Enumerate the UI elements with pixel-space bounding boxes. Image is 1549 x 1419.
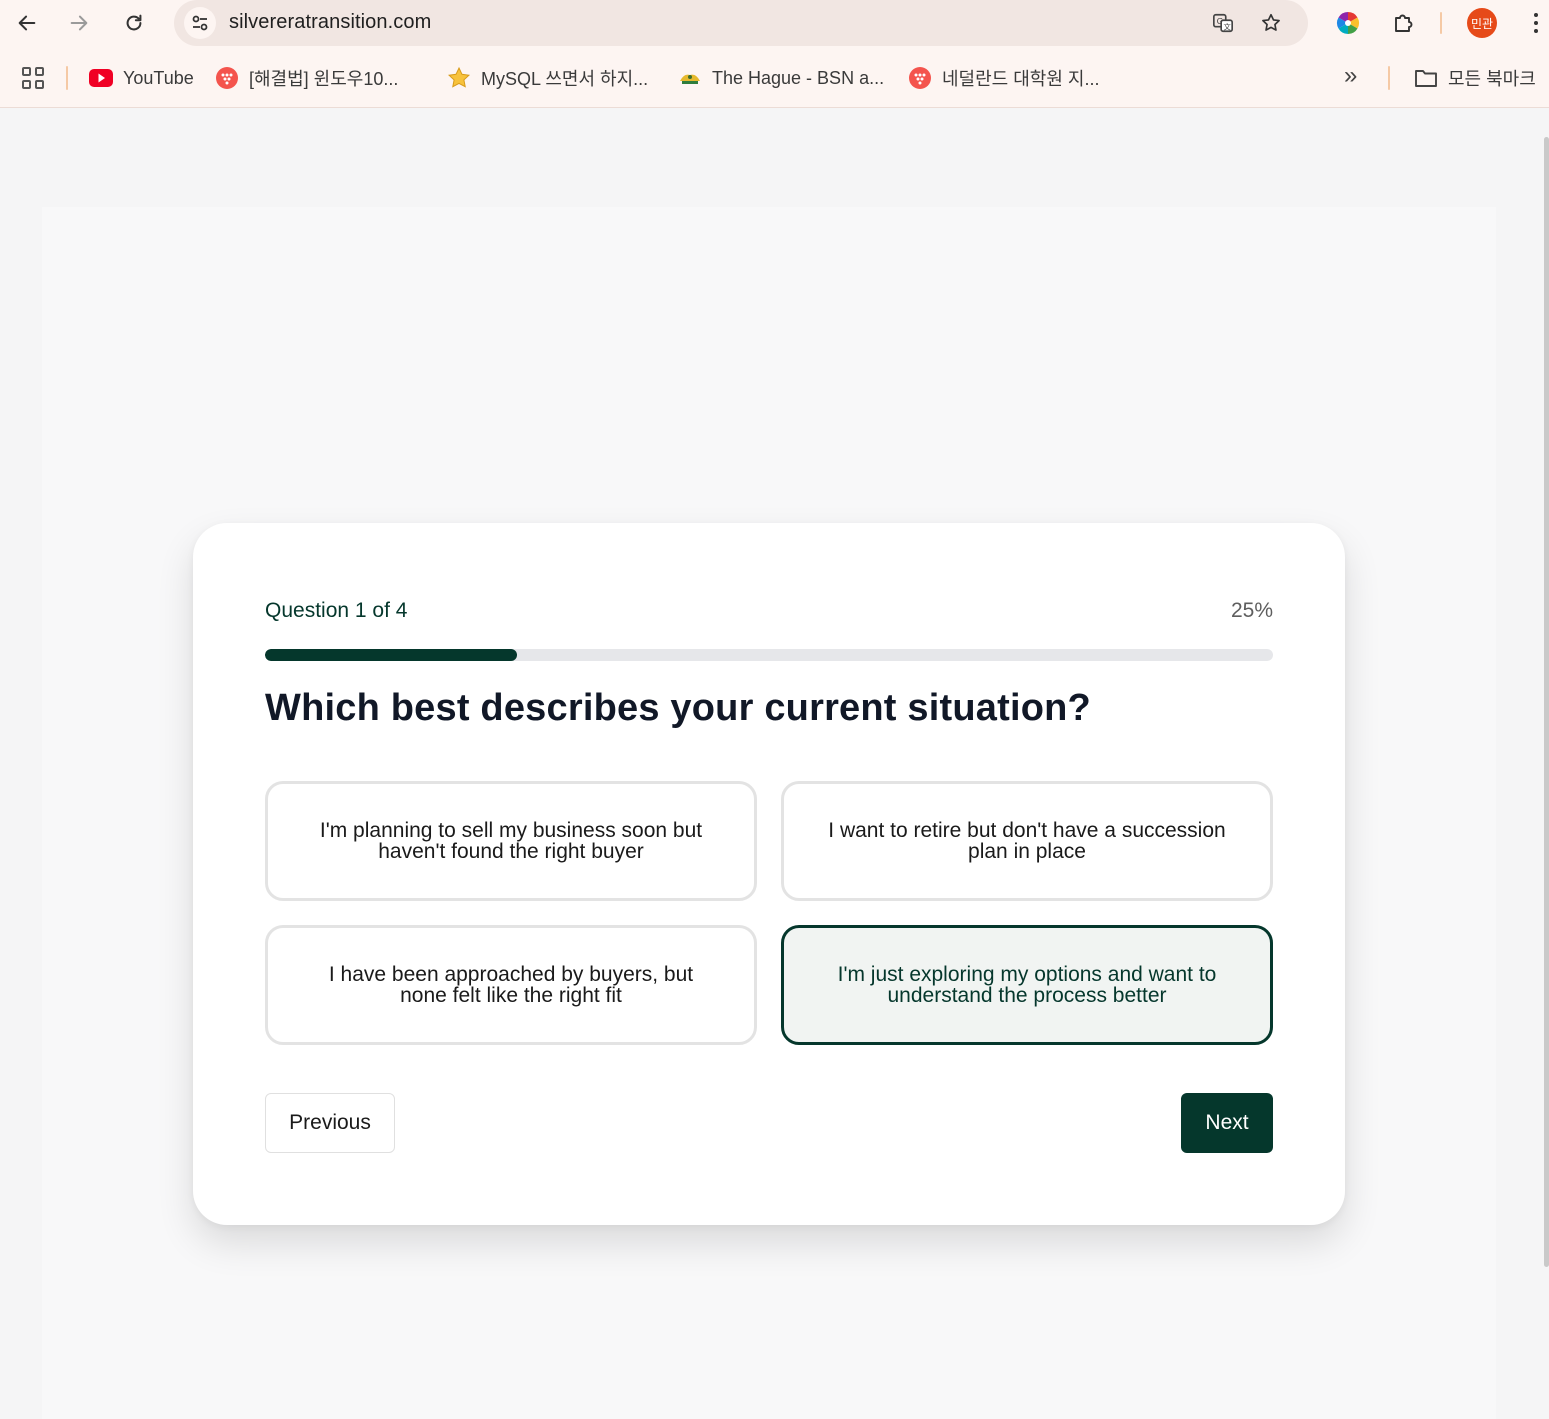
bookmarks-divider bbox=[1388, 66, 1390, 90]
all-bookmarks-label: 모든 북마크 bbox=[1448, 69, 1536, 89]
answer-option[interactable]: I want to retire but don't have a succes… bbox=[781, 781, 1273, 901]
reload-icon bbox=[126, 14, 142, 31]
bookmark-label: 네덜란드 대학원 지... bbox=[942, 69, 1100, 89]
bookmark-netherlands-grad[interactable]: 네덜란드 대학원 지... bbox=[908, 64, 1099, 92]
answer-option[interactable]: I have been approached by buyers, but no… bbox=[265, 925, 757, 1045]
answer-option-label: I'm just exploring my options and want t… bbox=[837, 963, 1217, 1007]
previous-button[interactable]: Previous bbox=[265, 1093, 395, 1153]
answer-option[interactable]: I'm planning to sell my business soon bu… bbox=[265, 781, 757, 901]
back-button[interactable] bbox=[11, 7, 43, 39]
quiz-card: Question 1 of 4 25% Which best describes… bbox=[193, 523, 1345, 1225]
more-bookmarks-chevron-icon[interactable]: » bbox=[1344, 62, 1357, 90]
question-title: Which best describes your current situat… bbox=[265, 687, 1091, 729]
arrow-left-icon bbox=[18, 15, 36, 31]
tune-icon bbox=[192, 15, 208, 31]
youtube-icon bbox=[89, 66, 113, 90]
page-scrollbar[interactable] bbox=[1544, 137, 1549, 1267]
color-wheel-icon bbox=[1337, 12, 1359, 34]
bookmark-youtube[interactable]: YouTube bbox=[89, 64, 194, 92]
reload-button[interactable] bbox=[118, 7, 150, 39]
star-outline-icon bbox=[1262, 13, 1280, 31]
all-bookmarks-folder[interactable]: 모든 북마크 bbox=[1414, 64, 1536, 92]
star-icon bbox=[447, 66, 471, 90]
bookmark-label: [해결법] 윈도우10... bbox=[249, 69, 399, 89]
extensions-button[interactable] bbox=[1389, 8, 1419, 38]
menu-dot-icon bbox=[1534, 29, 1538, 33]
arrow-right-icon bbox=[70, 15, 88, 31]
menu-dot-icon bbox=[1534, 13, 1538, 17]
site-info-button[interactable] bbox=[184, 7, 216, 39]
next-button[interactable]: Next bbox=[1181, 1093, 1273, 1153]
answer-option-label: I have been approached by buyers, but no… bbox=[328, 963, 694, 1007]
answer-option-label: I'm planning to sell my business soon bu… bbox=[319, 819, 703, 863]
bookmark-label: The Hague - BSN a... bbox=[712, 67, 885, 88]
bookmarks-bar: YouTube [해결법] 윈도우10... MySQL 쓰면서 하지... T… bbox=[0, 46, 1549, 108]
page-viewport: Question 1 of 4 25% Which best describes… bbox=[0, 109, 1549, 1419]
forward-button[interactable] bbox=[63, 7, 95, 39]
menu-dot-icon bbox=[1534, 21, 1538, 25]
progress-bar bbox=[265, 649, 1273, 661]
bookmark-windows10-fix[interactable]: [해결법] 윈도우10... bbox=[215, 64, 398, 92]
progress-percent: 25% bbox=[1230, 599, 1273, 622]
bookmark-star-button[interactable] bbox=[1257, 9, 1285, 37]
color-extension-button[interactable] bbox=[1333, 8, 1363, 38]
progress-bar-fill bbox=[265, 649, 517, 661]
url-text[interactable]: silvereratransition.com bbox=[229, 11, 431, 34]
puzzle-icon bbox=[1395, 14, 1413, 32]
folder-icon bbox=[1414, 66, 1438, 90]
toolbar-divider bbox=[1440, 12, 1442, 34]
translate-icon: G文 bbox=[1213, 13, 1233, 33]
crest-icon bbox=[678, 66, 702, 90]
question-counter: Question 1 of 4 bbox=[265, 599, 408, 622]
apps-grid-icon[interactable] bbox=[22, 67, 44, 89]
bookmarks-divider bbox=[66, 66, 68, 90]
bookmark-mysql[interactable]: MySQL 쓰면서 하지... bbox=[447, 64, 648, 92]
answer-option[interactable]: I'm just exploring my options and want t… bbox=[781, 925, 1273, 1045]
profile-avatar[interactable]: 민관 bbox=[1467, 8, 1497, 38]
bookmark-label: YouTube bbox=[123, 67, 194, 88]
svg-text:文: 文 bbox=[1223, 22, 1231, 31]
answer-option-label: I want to retire but don't have a succes… bbox=[828, 819, 1226, 863]
red-dots-icon bbox=[215, 66, 239, 90]
browser-menu-button[interactable] bbox=[1522, 8, 1549, 38]
browser-toolbar: silvereratransition.com G文 민관 bbox=[0, 0, 1549, 46]
translate-button[interactable]: G文 bbox=[1209, 9, 1237, 37]
address-bar[interactable]: silvereratransition.com G文 bbox=[174, 0, 1308, 46]
red-dots-icon bbox=[908, 66, 932, 90]
bookmark-label: MySQL 쓰면서 하지... bbox=[481, 69, 649, 89]
bookmark-the-hague[interactable]: The Hague - BSN a... bbox=[678, 64, 884, 92]
